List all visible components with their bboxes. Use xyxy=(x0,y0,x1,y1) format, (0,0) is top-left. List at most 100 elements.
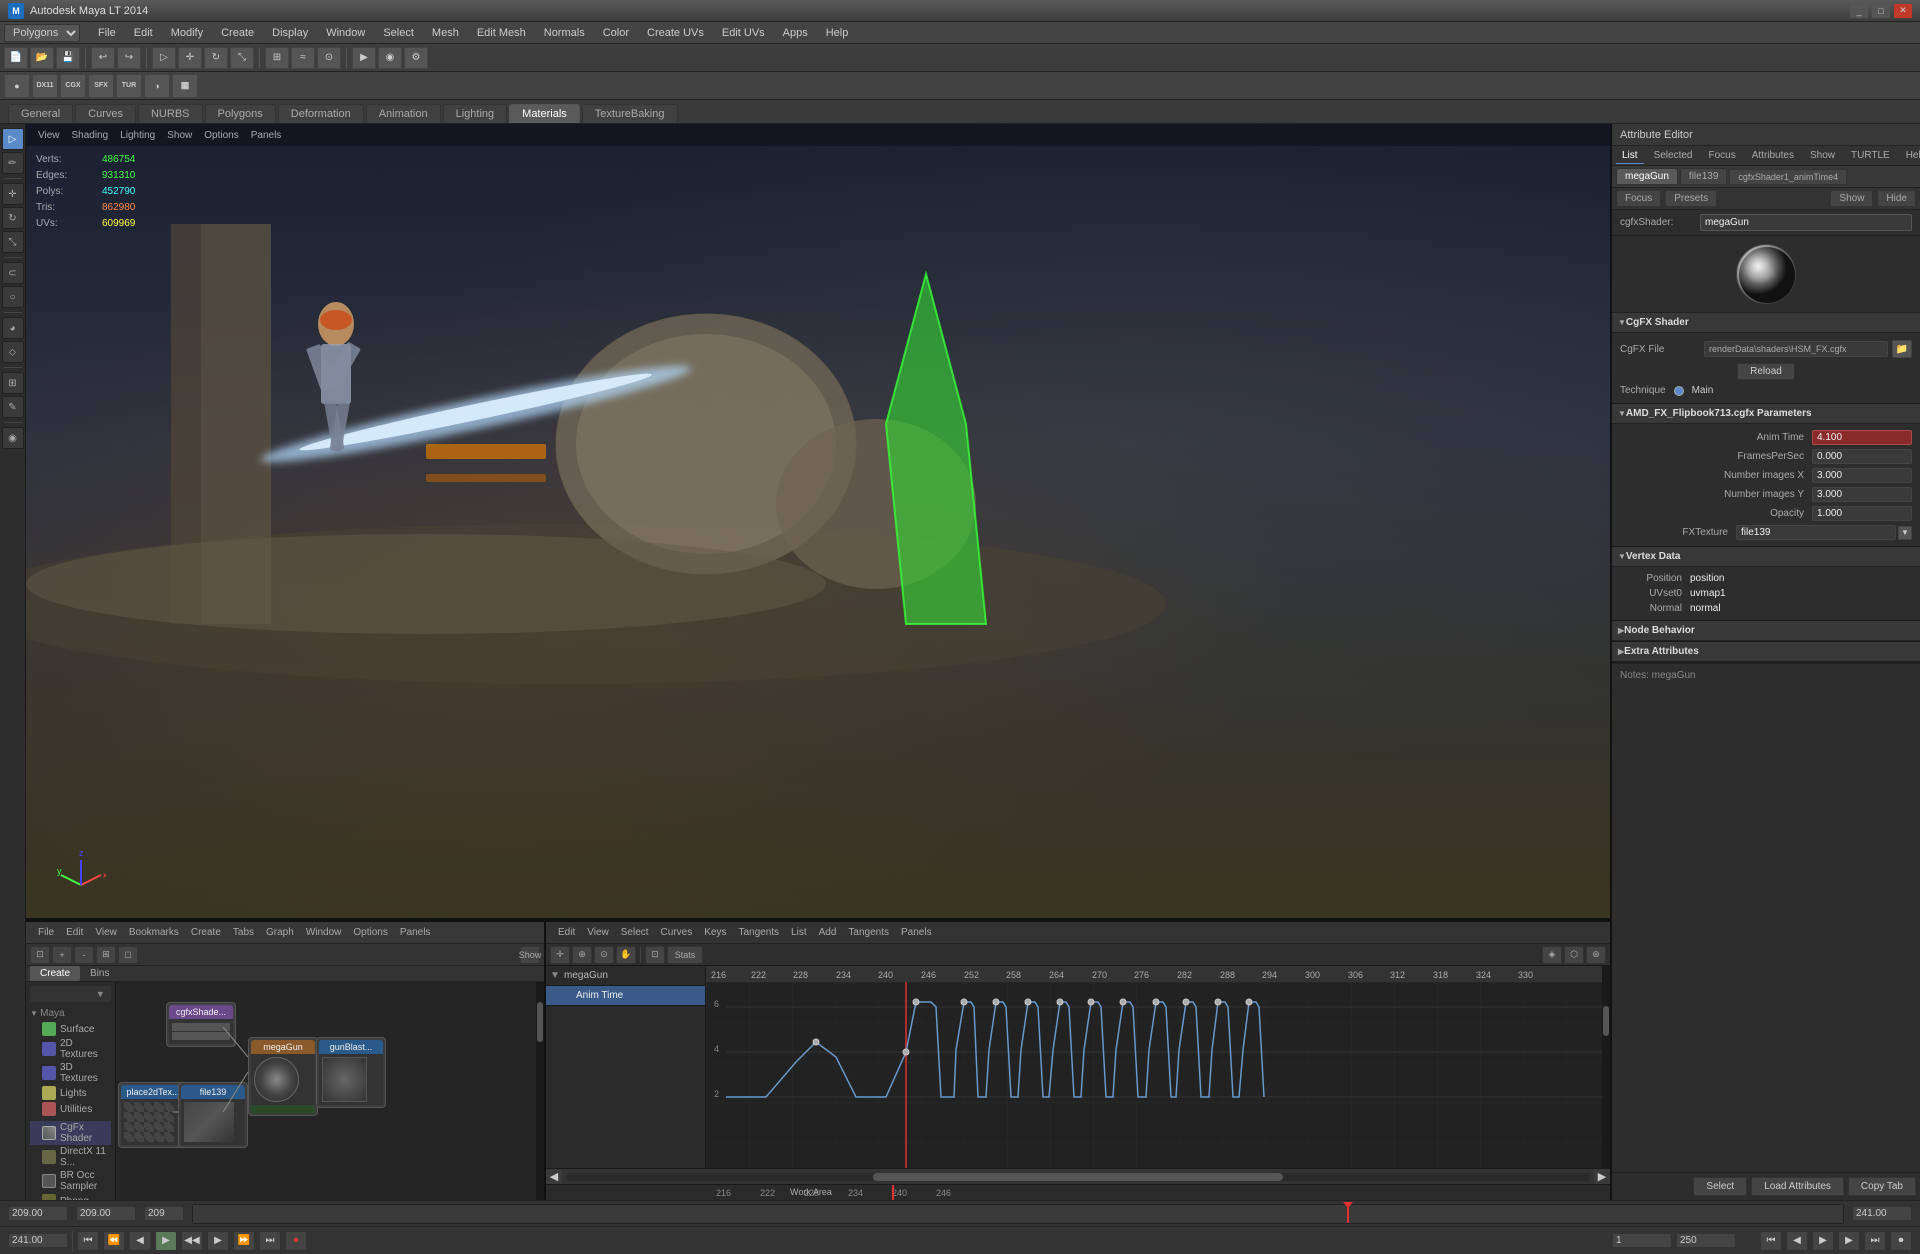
ne-menu-tabs[interactable]: Tabs xyxy=(229,926,258,939)
ae-radio[interactable] xyxy=(1674,386,1684,396)
ae-pb-prev[interactable]: ◀ xyxy=(1786,1231,1808,1251)
ae-opacity-value[interactable]: 1.000 xyxy=(1812,506,1912,521)
curve-scroll-right[interactable]: ▶ xyxy=(1594,1169,1610,1185)
ae-node-tab-megagun[interactable]: megaGun xyxy=(1616,168,1678,185)
ae-fxtex-value[interactable]: file139 xyxy=(1736,525,1896,540)
menu-modify[interactable]: Modify xyxy=(163,25,211,41)
viewport[interactable]: View Shading Lighting Show Options Panel… xyxy=(26,124,1610,920)
ce-menu-add[interactable]: Add xyxy=(815,926,841,939)
menu-edit-uvs[interactable]: Edit UVs xyxy=(714,25,773,41)
tab-general[interactable]: General xyxy=(8,104,73,123)
vp-menu-lighting[interactable]: Lighting xyxy=(116,129,159,142)
tab-polygons[interactable]: Polygons xyxy=(205,104,276,123)
ce-tb-tools1[interactable]: ◈ xyxy=(1542,946,1562,964)
ae-btn-show[interactable]: Show xyxy=(1830,190,1873,207)
ae-fxtex-btn[interactable]: ▼ xyxy=(1898,526,1912,540)
menu-select[interactable]: Select xyxy=(375,25,422,41)
node-port[interactable] xyxy=(172,1032,230,1040)
ae-cgfx-file-input[interactable] xyxy=(1704,341,1888,357)
ae-pb-play[interactable]: ▶ xyxy=(1812,1231,1834,1251)
ce-tb-frame[interactable]: ⊡ xyxy=(645,946,665,964)
pb-next-frame[interactable]: ▶ xyxy=(207,1231,229,1251)
cb-tab-bins[interactable]: Bins xyxy=(80,966,119,981)
ae-tab-selected[interactable]: Selected xyxy=(1648,148,1699,163)
node-port[interactable] xyxy=(172,1023,230,1031)
ce-menu-curves[interactable]: Curves xyxy=(657,926,697,939)
menu-create-uvs[interactable]: Create UVs xyxy=(639,25,712,41)
tb-redo[interactable]: ↪ xyxy=(117,47,141,69)
tree-maya[interactable]: Maya xyxy=(30,1006,111,1021)
ne-tb-fit[interactable]: ⊡ xyxy=(30,946,50,964)
menu-display[interactable]: Display xyxy=(264,25,316,41)
ae-btn-presets[interactable]: Presets xyxy=(1665,190,1717,207)
ce-menu-tangents[interactable]: Tangents xyxy=(734,926,783,939)
ae-shader-input[interactable] xyxy=(1700,214,1912,231)
tab-curves[interactable]: Curves xyxy=(75,104,136,123)
ae-tab-help[interactable]: Help xyxy=(1900,148,1920,163)
status-start-frame[interactable] xyxy=(8,1206,68,1221)
ae-tab-show[interactable]: Show xyxy=(1804,148,1841,163)
ce-menu-tangents2[interactable]: Tangents xyxy=(844,926,893,939)
ce-tb-tools2[interactable]: ⬡ xyxy=(1564,946,1584,964)
node-megagun[interactable]: megaGun xyxy=(248,1037,318,1116)
node-graph[interactable]: cgfxShade... place2dTex... xyxy=(116,982,544,1200)
node-file139[interactable]: file139 xyxy=(178,1082,248,1148)
shelf-cgfx[interactable]: CGX xyxy=(60,74,86,98)
tree-cgfx-shader[interactable]: CgFx Shader xyxy=(30,1121,111,1145)
curve-scroll-left[interactable]: ◀ xyxy=(546,1169,562,1185)
node-scrollbar-thumb[interactable] xyxy=(537,1002,543,1042)
curve-vscrollbar-thumb[interactable] xyxy=(1603,1006,1609,1036)
vp-menu-view[interactable]: View xyxy=(34,129,64,142)
menu-create[interactable]: Create xyxy=(213,25,262,41)
tree-surface[interactable]: Surface xyxy=(30,1021,111,1037)
ae-section-node-header[interactable]: Node Behavior xyxy=(1612,621,1920,641)
vp-menu-shading[interactable]: Shading xyxy=(68,129,113,142)
ae-content[interactable]: CgFX Shader CgFX File 📁 Reload Technique… xyxy=(1612,313,1920,1172)
tb-open[interactable]: 📂 xyxy=(30,47,54,69)
lt-brush[interactable]: ⬦ xyxy=(2,341,24,363)
tree-directx[interactable]: DirectX 11 S... xyxy=(30,1145,111,1169)
tab-animation[interactable]: Animation xyxy=(366,104,441,123)
tree-3d-textures[interactable]: 3D Textures xyxy=(30,1061,111,1085)
ne-tb-grid[interactable]: ⊞ xyxy=(96,946,116,964)
ae-anim-time-value[interactable]: 4.100 xyxy=(1812,430,1912,445)
tb-move[interactable]: ✛ xyxy=(178,47,202,69)
pb-play-fwd[interactable]: ▶ xyxy=(155,1231,177,1251)
track-expand-icon[interactable]: ▼ xyxy=(550,970,560,981)
lt-scale[interactable]: ⤡ xyxy=(2,231,24,253)
vp-menu-options[interactable]: Options xyxy=(200,129,242,142)
tb-save[interactable]: 💾 xyxy=(56,47,80,69)
bt-time-input[interactable] xyxy=(8,1233,68,1248)
ae-numx-value[interactable]: 3.000 xyxy=(1812,468,1912,483)
ae-fps-value[interactable]: 0.000 xyxy=(1812,449,1912,464)
menu-edit[interactable]: Edit xyxy=(126,25,161,41)
tb-snap-curve[interactable]: ≈ xyxy=(291,47,315,69)
menu-color[interactable]: Color xyxy=(595,25,637,41)
pb-prev-frame[interactable]: ◀ xyxy=(129,1231,151,1251)
menu-file[interactable]: File xyxy=(90,25,124,41)
ce-tb-zoom[interactable]: ⊙ xyxy=(594,946,614,964)
menu-edit-mesh[interactable]: Edit Mesh xyxy=(469,25,534,41)
vp-menu-panels[interactable]: Panels xyxy=(247,129,286,142)
tb-undo[interactable]: ↩ xyxy=(91,47,115,69)
status-current-frame[interactable] xyxy=(144,1206,184,1221)
pb-goto-start[interactable]: ⏮ xyxy=(77,1231,99,1251)
tb-select[interactable]: ▷ xyxy=(152,47,176,69)
curve-scroll-track[interactable] xyxy=(566,1173,1590,1181)
ae-tab-turtle[interactable]: TURTLE xyxy=(1845,148,1896,163)
ce-menu-panels[interactable]: Panels xyxy=(897,926,936,939)
ae-pb-rec[interactable]: ⏺ xyxy=(1890,1231,1912,1251)
menu-mesh[interactable]: Mesh xyxy=(424,25,467,41)
ae-btn-focus[interactable]: Focus xyxy=(1616,190,1661,207)
close-button[interactable]: ✕ xyxy=(1894,4,1912,18)
shelf-sfx[interactable]: SFX xyxy=(88,74,114,98)
tab-deformation[interactable]: Deformation xyxy=(278,104,364,123)
tab-lighting[interactable]: Lighting xyxy=(443,104,508,123)
ce-menu-select[interactable]: Select xyxy=(617,926,653,939)
lt-paint[interactable]: ✏ xyxy=(2,152,24,174)
lt-camera[interactable]: ◉ xyxy=(2,427,24,449)
ae-reload-btn[interactable]: Reload xyxy=(1737,363,1795,380)
ne-tb-zoom-in[interactable]: + xyxy=(52,946,72,964)
tb-new[interactable]: 📄 xyxy=(4,47,28,69)
pb-goto-end[interactable]: ⏭ xyxy=(259,1231,281,1251)
